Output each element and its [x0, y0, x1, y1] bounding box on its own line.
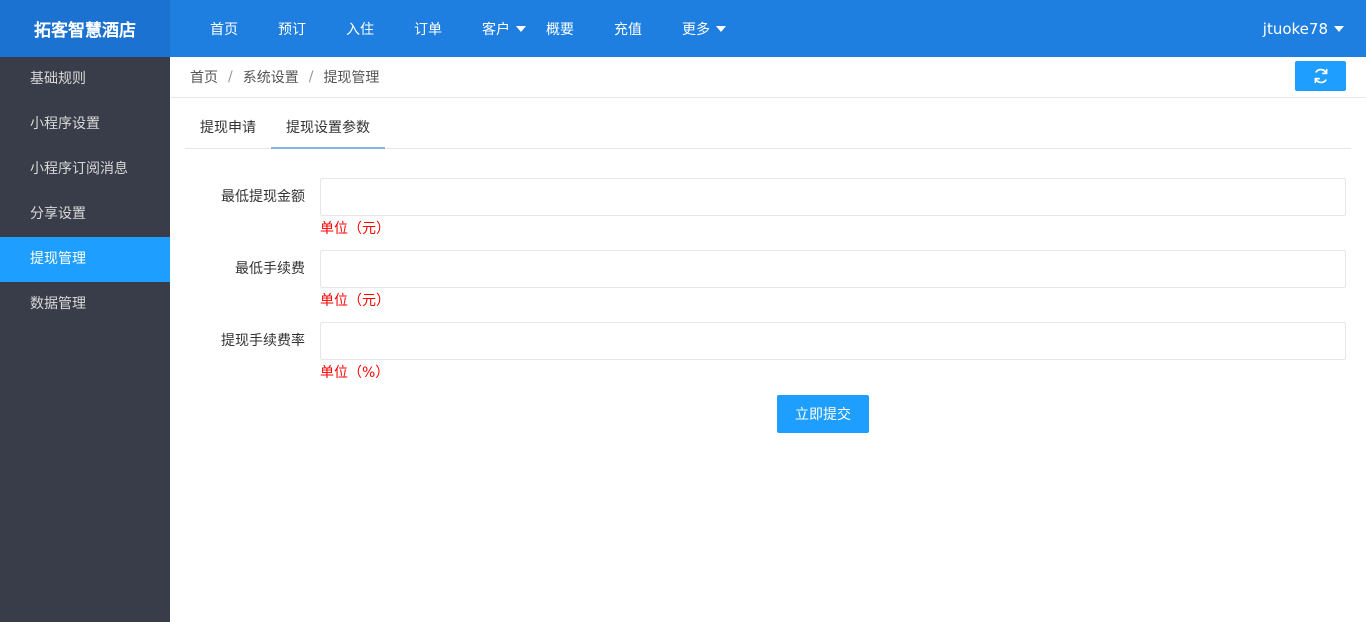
breadcrumb-separator: / [228, 69, 233, 85]
nav-item-booking[interactable]: 预订 [258, 0, 326, 57]
sidebar-item-withdrawal-management[interactable]: 提现管理 [0, 237, 170, 282]
breadcrumb-current: 提现管理 [323, 70, 380, 86]
app-logo[interactable]: 拓客智慧酒店 [0, 0, 170, 57]
breadcrumb-separator: / [308, 69, 314, 85]
min-fee-label: 最低手续费 [235, 261, 305, 277]
nav-item-customers[interactable]: 客户 [462, 0, 534, 57]
nav-item-overview[interactable]: 概要 [534, 0, 594, 57]
caret-down-icon [1334, 25, 1344, 32]
form-row-fee-rate: 提现手续费率 单位（%） [170, 322, 1366, 394]
caret-down-icon [516, 25, 526, 32]
min-withdrawal-label: 最低提现金额 [221, 189, 305, 205]
username: jtuoke78 [1262, 19, 1328, 38]
withdrawal-settings-form: 最低提现金额 单位（元） 最低手续费 单位（元） 提现手续费率 单位（%） [170, 178, 1366, 394]
breadcrumb-home[interactable]: 首页 [190, 67, 218, 87]
fee-rate-hint: 单位（%） [320, 365, 390, 381]
min-fee-input[interactable] [320, 250, 1346, 288]
tab-bar: 提现申请 提现设置参数 [185, 109, 1351, 149]
main-nav: 首页 预订 入住 订单 客户 概要 充值 更多 [190, 0, 734, 57]
sidebar-item-data-management[interactable]: 数据管理 [0, 282, 170, 327]
nav-item-label: 客户 [482, 21, 510, 38]
min-fee-hint: 单位（元） [320, 293, 390, 309]
tab-withdrawal-parameters[interactable]: 提现设置参数 [271, 109, 385, 149]
user-menu[interactable]: jtuoke78 [1263, 0, 1344, 57]
nav-item-label: 入住 [346, 21, 374, 38]
nav-item-home[interactable]: 首页 [190, 0, 258, 57]
form-row-min-fee: 最低手续费 单位（元） [170, 250, 1366, 322]
refresh-icon [1314, 68, 1327, 84]
tab-withdrawal-requests[interactable]: 提现申请 [185, 109, 271, 149]
nav-item-label: 首页 [210, 21, 238, 38]
nav-item-label: 概要 [546, 21, 574, 38]
fee-rate-label: 提现手续费率 [221, 333, 305, 349]
breadcrumb: 首页 / 系统设置 / 提现管理 [170, 57, 1366, 98]
min-withdrawal-hint: 单位（元） [320, 221, 390, 237]
sidebar-item-basic-rules[interactable]: 基础规则 [0, 57, 170, 102]
nav-item-recharge[interactable]: 充值 [594, 0, 662, 57]
sidebar-item-share-settings[interactable]: 分享设置 [0, 192, 170, 237]
nav-item-label: 充值 [614, 21, 642, 38]
nav-item-label: 订单 [414, 21, 442, 38]
submit-button[interactable]: 立即提交 [777, 395, 869, 433]
fee-rate-input[interactable] [320, 322, 1346, 360]
caret-down-icon [716, 25, 726, 32]
min-withdrawal-input[interactable] [320, 178, 1346, 216]
nav-item-label: 更多 [682, 21, 710, 38]
refresh-button[interactable] [1295, 61, 1346, 91]
sidebar-item-subscription-messages[interactable]: 小程序订阅消息 [0, 147, 170, 192]
nav-item-label: 预订 [278, 21, 306, 38]
nav-item-checkin[interactable]: 入住 [326, 0, 394, 57]
top-navbar: 拓客智慧酒店 首页 预订 入住 订单 客户 概要 充值 更多 jtuoke78 [0, 0, 1366, 57]
nav-item-orders[interactable]: 订单 [394, 0, 462, 57]
breadcrumb-system-settings[interactable]: 系统设置 [243, 67, 299, 87]
sidebar: 基础规则 小程序设置 小程序订阅消息 分享设置 提现管理 数据管理 [0, 57, 170, 622]
main-content: 首页 / 系统设置 / 提现管理 提现申请 提现设置参数 最低提现金额 单位（元… [170, 57, 1366, 622]
sidebar-item-miniprogram-settings[interactable]: 小程序设置 [0, 102, 170, 147]
nav-item-more[interactable]: 更多 [662, 0, 734, 57]
form-row-min-withdrawal: 最低提现金额 单位（元） [170, 178, 1366, 250]
